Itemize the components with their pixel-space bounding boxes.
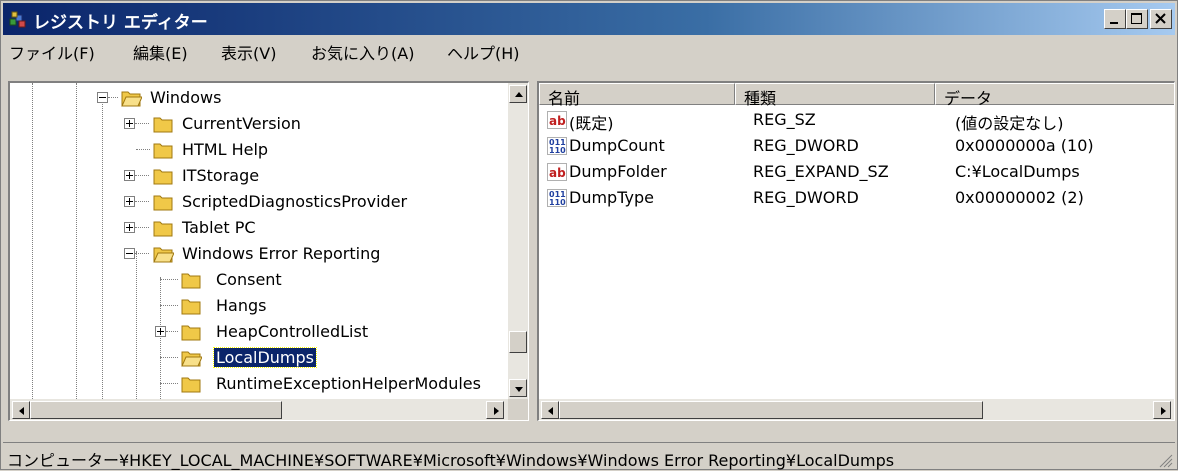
title-bar[interactable]: レジストリ エディター (3, 3, 1175, 35)
folder-icon (181, 377, 201, 393)
minimize-button[interactable] (1104, 9, 1126, 29)
menu-view[interactable]: 表示(V) (221, 40, 276, 64)
tree-item-label-selected: LocalDumps (212, 347, 318, 368)
arrow-left-icon (548, 407, 553, 415)
folder-icon (153, 143, 173, 159)
expand-icon[interactable] (124, 196, 135, 207)
expand-icon[interactable] (155, 326, 166, 337)
expand-icon[interactable] (124, 222, 135, 233)
folder-icon (181, 273, 201, 289)
scroll-left-button[interactable] (12, 401, 30, 419)
value-data: 0x00000002 (2) (955, 188, 1084, 207)
scroll-thumb[interactable] (509, 331, 527, 353)
tree-item-label: Consent (216, 270, 282, 289)
values-list-pane[interactable]: 名前 種類 データ ab (既定) REG_SZ (値の設定なし) 011 110… (537, 81, 1175, 421)
folder-open-icon (153, 247, 174, 263)
value-type: REG_SZ (753, 110, 816, 129)
minimize-icon (1110, 22, 1118, 24)
registry-editor-window: レジストリ エディター ファイル(F) 編集(E) 表示(V) お気に入り(A)… (0, 0, 1178, 470)
value-row-default[interactable]: ab (既定) REG_SZ (値の設定なし) (539, 107, 1139, 133)
menu-file[interactable]: ファイル(F) (9, 40, 95, 64)
folder-open-icon (181, 351, 202, 367)
tree-item-label: HeapControlledList (216, 322, 369, 341)
menu-bar: ファイル(F) 編集(E) 表示(V) お気に入り(A) ヘルプ(H) (3, 36, 1175, 64)
scroll-right-button[interactable] (1153, 401, 1171, 419)
tree-item-label: Hangs (216, 296, 267, 315)
value-name: DumpType (569, 188, 654, 207)
value-data: C:¥LocalDumps (955, 162, 1080, 181)
folder-open-icon (121, 91, 142, 107)
scroll-thumb[interactable] (559, 401, 983, 419)
folder-icon (153, 117, 173, 133)
folder-icon (153, 169, 173, 185)
status-bar: コンピューター¥HKEY_LOCAL_MACHINE¥SOFTWARE¥Micr… (3, 442, 1175, 470)
registry-editor-icon (9, 11, 26, 28)
folder-icon (181, 325, 201, 341)
scroll-left-button[interactable] (541, 401, 559, 419)
svg-text:ab: ab (549, 166, 566, 180)
close-button[interactable] (1150, 9, 1172, 29)
arrow-down-icon (515, 387, 523, 392)
status-path: コンピューター¥HKEY_LOCAL_MACHINE¥SOFTWARE¥Micr… (7, 451, 895, 470)
menu-favorites[interactable]: お気に入り(A) (311, 40, 414, 64)
column-header-name[interactable]: 名前 (539, 83, 735, 108)
arrow-up-icon (515, 92, 523, 97)
maximize-button[interactable] (1126, 9, 1148, 29)
svg-text:110: 110 (549, 146, 566, 155)
string-value-icon: ab (547, 163, 567, 181)
tree-item-label: RuntimeExceptionHelperModules (216, 374, 481, 393)
value-row-dumptype[interactable]: 011 110 DumpType REG_DWORD 0x00000002 (2) (539, 185, 1139, 211)
column-header-type[interactable]: 種類 (735, 83, 935, 108)
value-type: REG_DWORD (753, 136, 859, 155)
menu-edit[interactable]: 編集(E) (133, 40, 188, 64)
binary-value-icon: 011110 (547, 189, 567, 207)
value-row-dumpfolder[interactable]: ab DumpFolder REG_EXPAND_SZ C:¥LocalDump… (539, 159, 1139, 185)
scroll-down-button[interactable] (509, 379, 527, 397)
collapse-icon[interactable] (97, 92, 108, 103)
scroll-right-button[interactable] (486, 401, 504, 419)
maximize-icon (1131, 13, 1142, 24)
collapse-icon[interactable] (124, 248, 135, 259)
tree-item-label: Windows (150, 88, 222, 107)
tree-vertical-scrollbar[interactable] (508, 83, 528, 399)
tree-item-label: Tablet PC (182, 218, 256, 237)
scroll-thumb[interactable] (30, 401, 282, 419)
string-value-icon: ab (547, 111, 567, 129)
expand-icon[interactable] (124, 118, 135, 129)
window-title: レジストリ エディター (33, 13, 208, 33)
arrow-right-icon (1161, 407, 1166, 415)
svg-text:110: 110 (549, 198, 566, 207)
folder-icon (181, 299, 201, 315)
tree-item-label: Windows Error Reporting (182, 244, 381, 263)
folder-icon (153, 221, 173, 237)
arrow-left-icon (19, 407, 24, 415)
list-horizontal-scrollbar[interactable] (539, 399, 1174, 420)
expand-icon[interactable] (124, 170, 135, 181)
scroll-up-button[interactable] (509, 85, 527, 103)
svg-text:ab: ab (549, 114, 566, 128)
value-name: DumpCount (569, 136, 665, 155)
value-row-dumpcount[interactable]: 011 110 DumpCount REG_DWORD 0x0000000a (1… (539, 133, 1139, 159)
value-name: DumpFolder (569, 162, 667, 181)
binary-value-icon: 011110 (547, 137, 567, 155)
value-data: (値の設定なし) (955, 114, 1064, 133)
value-type: REG_DWORD (753, 188, 859, 207)
value-type: REG_EXPAND_SZ (753, 162, 889, 181)
value-name: (既定) (569, 114, 614, 133)
arrow-right-icon (494, 407, 499, 415)
value-data: 0x0000000a (10) (955, 136, 1094, 155)
tree-item-label: HTML Help (182, 140, 269, 159)
tree-horizontal-scrollbar[interactable] (10, 399, 508, 420)
tree-item-label: ScriptedDiagnosticsProvider (182, 192, 408, 211)
close-icon (1155, 13, 1166, 24)
column-header-data[interactable]: データ (935, 83, 1174, 108)
key-tree-pane[interactable]: Windows CurrentVersion HTML Help ITStora… (8, 81, 529, 421)
tree-item-label: CurrentVersion (182, 114, 301, 133)
resize-grip-icon[interactable] (1157, 452, 1173, 468)
tree-item-label: ITStorage (182, 166, 260, 185)
folder-icon (153, 195, 173, 211)
menu-help[interactable]: ヘルプ(H) (447, 40, 520, 64)
